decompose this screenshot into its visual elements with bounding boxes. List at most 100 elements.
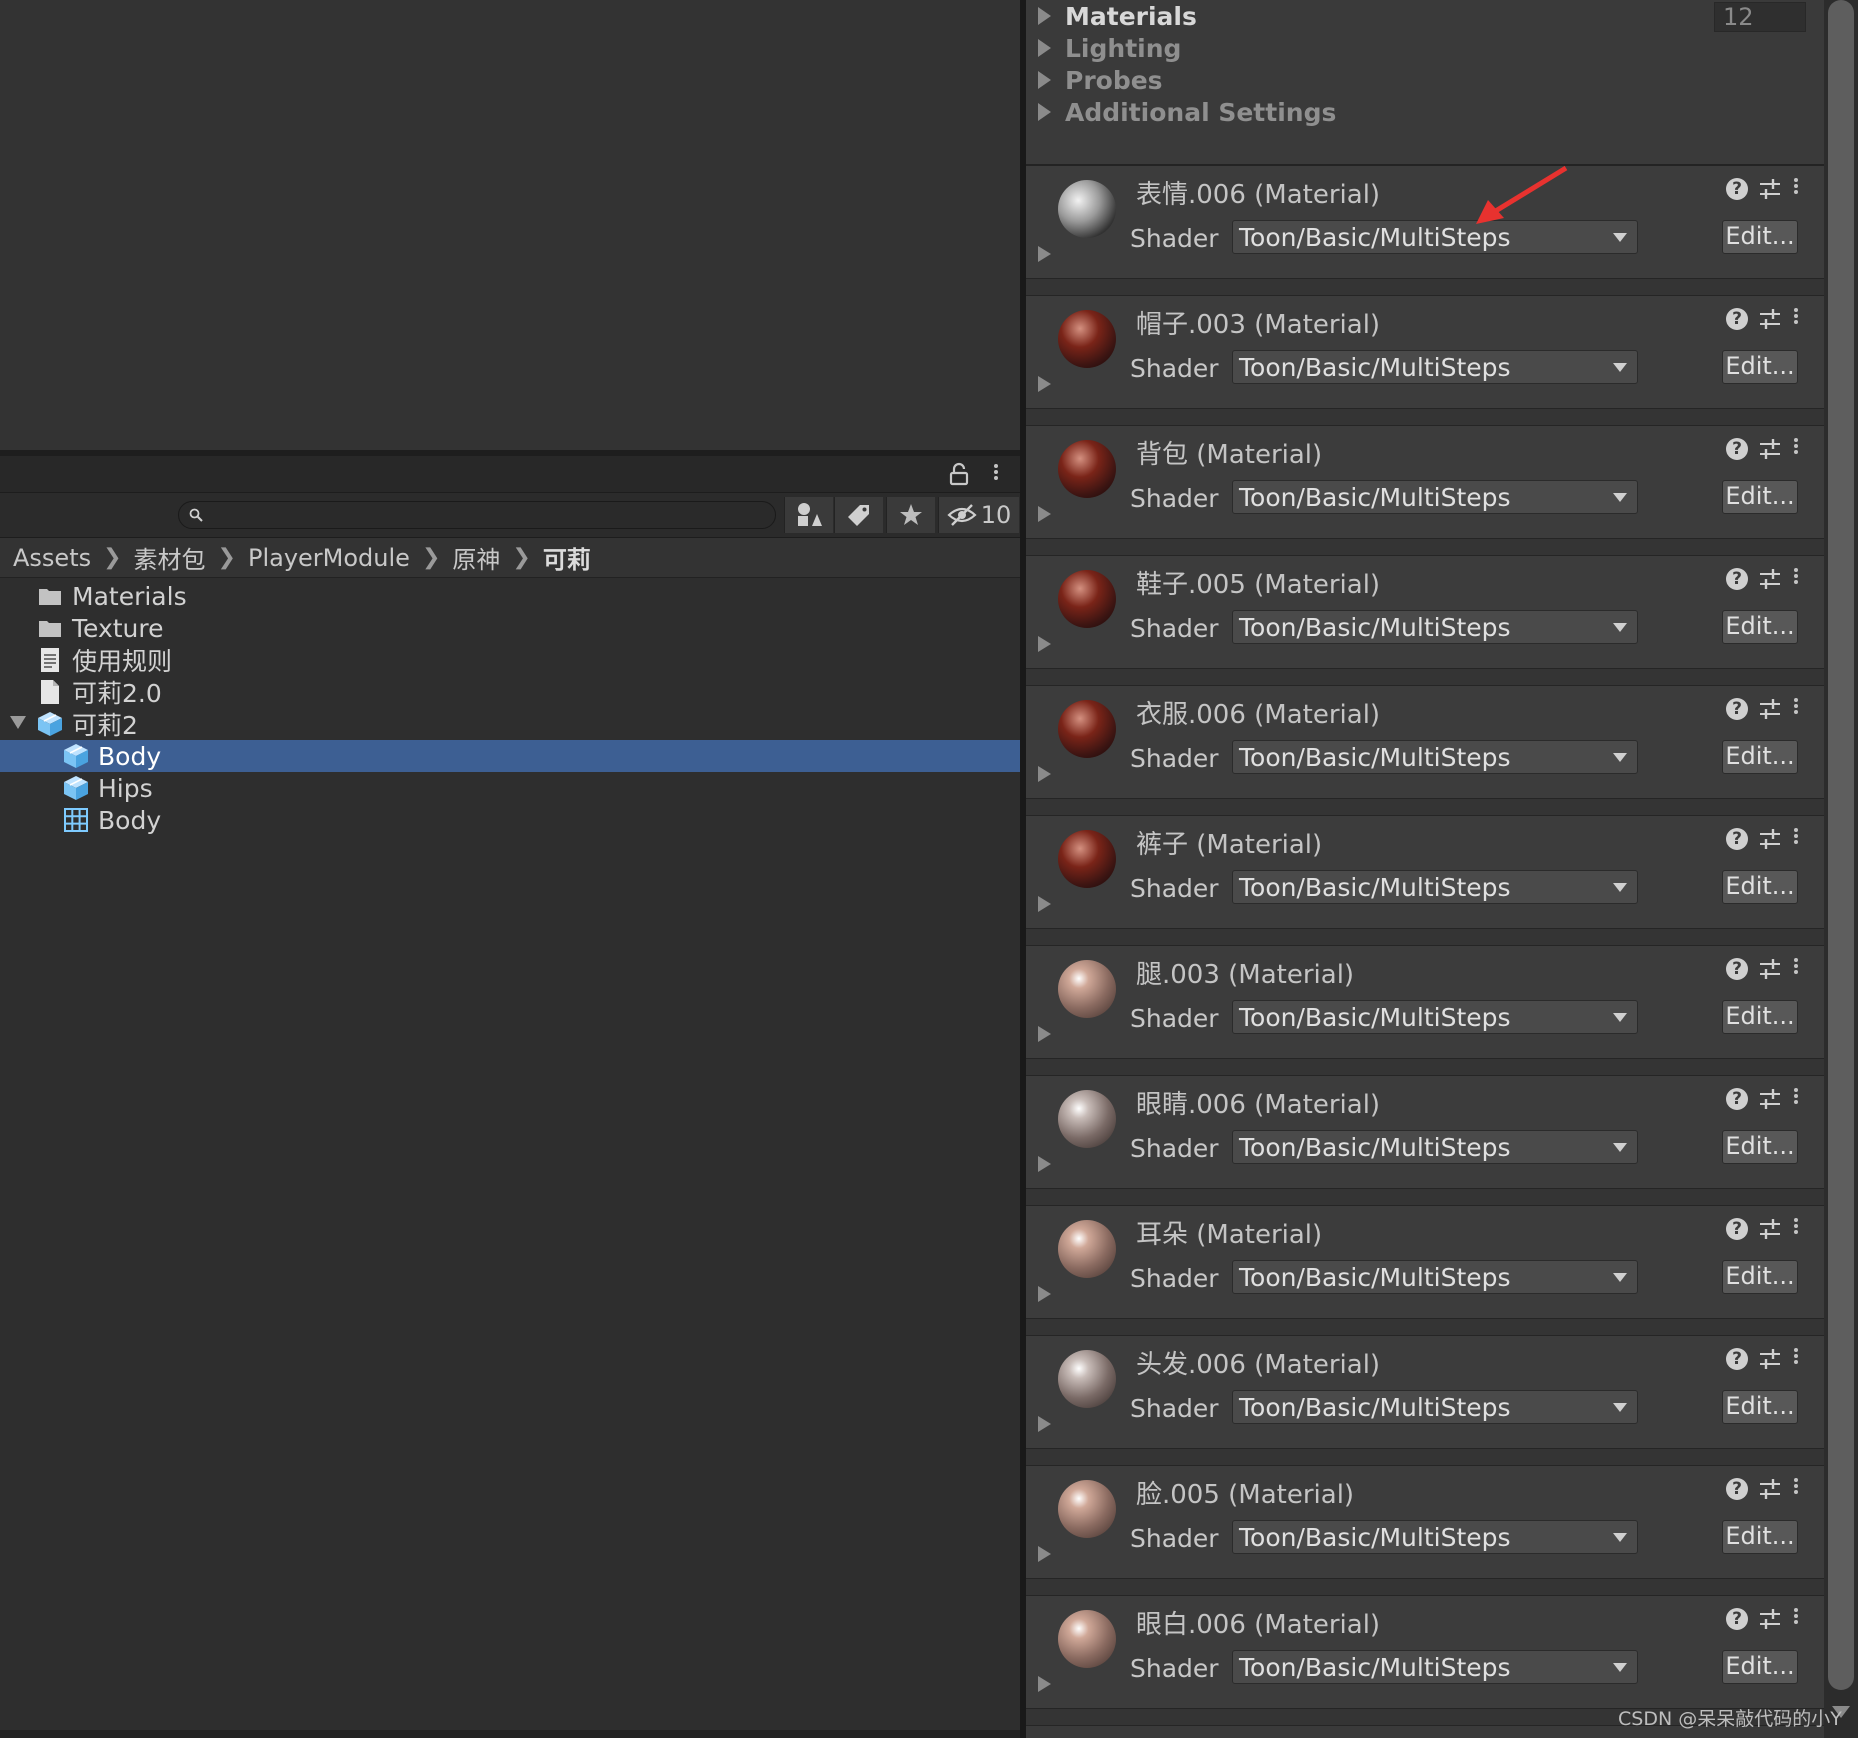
shader-dropdown[interactable]: Toon/Basic/MultiSteps xyxy=(1232,1260,1638,1294)
edit-shader-button[interactable]: Edit... xyxy=(1722,1650,1798,1684)
help-icon[interactable]: ? xyxy=(1726,828,1748,850)
expand-arrow-icon[interactable] xyxy=(10,716,26,729)
filter-by-type-button[interactable] xyxy=(784,497,833,533)
presets-icon[interactable] xyxy=(1758,1606,1782,1632)
tree-item[interactable]: Hips xyxy=(0,772,1020,804)
presets-icon[interactable] xyxy=(1758,1346,1782,1372)
tree-item[interactable]: 可莉2 xyxy=(0,708,1020,740)
shader-dropdown[interactable]: Toon/Basic/MultiSteps xyxy=(1232,480,1638,514)
tree-item[interactable]: Body xyxy=(0,740,1020,772)
edit-shader-button[interactable]: Edit... xyxy=(1722,350,1798,384)
help-icon[interactable]: ? xyxy=(1726,698,1748,720)
help-icon[interactable]: ? xyxy=(1726,1348,1748,1370)
breadcrumb-item[interactable]: 可莉 xyxy=(543,540,591,575)
help-icon[interactable]: ? xyxy=(1726,1608,1748,1630)
breadcrumb-item[interactable]: Assets xyxy=(13,544,91,572)
context-menu-icon[interactable] xyxy=(1790,436,1802,462)
edit-shader-button[interactable]: Edit... xyxy=(1722,1520,1798,1554)
shader-dropdown[interactable]: Toon/Basic/MultiSteps xyxy=(1232,350,1638,384)
section-foldout[interactable]: Probes xyxy=(1038,62,1163,98)
expand-arrow-icon[interactable] xyxy=(1038,506,1051,522)
filter-by-label-button[interactable] xyxy=(834,497,883,533)
presets-icon[interactable] xyxy=(1758,956,1782,982)
context-menu-icon[interactable] xyxy=(1790,956,1802,982)
section-foldout[interactable]: Materials xyxy=(1038,0,1197,34)
presets-icon[interactable] xyxy=(1758,306,1782,332)
scene-view[interactable] xyxy=(0,0,1020,450)
help-icon[interactable]: ? xyxy=(1726,1218,1748,1240)
edit-shader-button[interactable]: Edit... xyxy=(1722,1000,1798,1034)
shader-dropdown[interactable]: Toon/Basic/MultiSteps xyxy=(1232,870,1638,904)
scrollbar-thumb[interactable] xyxy=(1828,0,1854,1690)
expand-arrow-icon[interactable] xyxy=(1038,766,1051,782)
expand-arrow-icon[interactable] xyxy=(1038,1676,1051,1692)
expand-arrow-icon[interactable] xyxy=(1038,1026,1051,1042)
expand-arrow-icon[interactable] xyxy=(1038,1416,1051,1432)
section-foldout[interactable]: Lighting xyxy=(1038,30,1181,66)
tree-item[interactable]: 使用规则 xyxy=(0,644,1020,676)
context-menu-icon[interactable] xyxy=(1790,176,1802,202)
expand-arrow-icon[interactable] xyxy=(1038,376,1051,392)
context-menu-icon[interactable] xyxy=(1790,1216,1802,1242)
edit-shader-button[interactable]: Edit... xyxy=(1722,1390,1798,1424)
shader-dropdown[interactable]: Toon/Basic/MultiSteps xyxy=(1232,1130,1638,1164)
edit-shader-button[interactable]: Edit... xyxy=(1722,480,1798,514)
context-menu-icon[interactable] xyxy=(1790,1476,1802,1502)
context-menu-icon[interactable] xyxy=(1790,826,1802,852)
context-menu-icon[interactable] xyxy=(1790,306,1802,332)
presets-icon[interactable] xyxy=(1758,566,1782,592)
help-icon[interactable]: ? xyxy=(1726,178,1748,200)
tree-item[interactable]: Materials xyxy=(0,580,1020,612)
help-icon[interactable]: ? xyxy=(1726,958,1748,980)
expand-arrow-icon[interactable] xyxy=(1038,636,1051,652)
section-foldout[interactable]: Additional Settings xyxy=(1038,94,1336,130)
edit-shader-button[interactable]: Edit... xyxy=(1722,870,1798,904)
expand-arrow-icon[interactable] xyxy=(1038,1546,1051,1562)
context-menu-icon[interactable] xyxy=(1790,566,1802,592)
expand-arrow-icon[interactable] xyxy=(1038,896,1051,912)
context-menu-icon[interactable] xyxy=(1790,1346,1802,1372)
edit-shader-button[interactable]: Edit... xyxy=(1722,740,1798,774)
shader-dropdown[interactable]: Toon/Basic/MultiSteps xyxy=(1232,610,1638,644)
presets-icon[interactable] xyxy=(1758,826,1782,852)
help-icon[interactable]: ? xyxy=(1726,438,1748,460)
shader-dropdown[interactable]: Toon/Basic/MultiSteps xyxy=(1232,1650,1638,1684)
shader-dropdown[interactable]: Toon/Basic/MultiSteps xyxy=(1232,1390,1638,1424)
breadcrumb-item[interactable]: PlayerModule xyxy=(248,544,410,572)
expand-arrow-icon[interactable] xyxy=(1038,1156,1051,1172)
presets-icon[interactable] xyxy=(1758,176,1782,202)
favorites-button[interactable] xyxy=(886,497,935,533)
context-menu-icon[interactable] xyxy=(1790,696,1802,722)
context-menu-icon[interactable] xyxy=(1790,1086,1802,1112)
lock-icon[interactable] xyxy=(948,462,970,486)
presets-icon[interactable] xyxy=(1758,436,1782,462)
edit-shader-button[interactable]: Edit... xyxy=(1722,1260,1798,1294)
panel-menu-icon[interactable] xyxy=(990,462,1002,486)
presets-icon[interactable] xyxy=(1758,696,1782,722)
edit-shader-button[interactable]: Edit... xyxy=(1722,220,1798,254)
help-icon[interactable]: ? xyxy=(1726,1478,1748,1500)
edit-shader-button[interactable]: Edit... xyxy=(1722,1130,1798,1164)
tree-item[interactable]: 可莉2.0 xyxy=(0,676,1020,708)
materials-count-field[interactable]: 12 xyxy=(1714,2,1806,32)
help-icon[interactable]: ? xyxy=(1726,308,1748,330)
hidden-packages-toggle[interactable]: 10 xyxy=(938,497,1019,533)
shader-dropdown[interactable]: Toon/Basic/MultiSteps xyxy=(1232,1000,1638,1034)
edit-shader-button[interactable]: Edit... xyxy=(1722,610,1798,644)
expand-arrow-icon[interactable] xyxy=(1038,1286,1051,1302)
help-icon[interactable]: ? xyxy=(1726,568,1748,590)
breadcrumb-item[interactable]: 原神 xyxy=(452,540,500,575)
help-icon[interactable]: ? xyxy=(1726,1088,1748,1110)
presets-icon[interactable] xyxy=(1758,1216,1782,1242)
context-menu-icon[interactable] xyxy=(1790,1606,1802,1632)
shader-dropdown[interactable]: Toon/Basic/MultiSteps xyxy=(1232,220,1638,254)
tree-item[interactable]: Texture xyxy=(0,612,1020,644)
presets-icon[interactable] xyxy=(1758,1476,1782,1502)
tree-item[interactable]: Body xyxy=(0,804,1020,836)
presets-icon[interactable] xyxy=(1758,1086,1782,1112)
shader-dropdown[interactable]: Toon/Basic/MultiSteps xyxy=(1232,740,1638,774)
expand-arrow-icon[interactable] xyxy=(1038,246,1051,262)
search-input[interactable] xyxy=(178,501,776,529)
shader-dropdown[interactable]: Toon/Basic/MultiSteps xyxy=(1232,1520,1638,1554)
breadcrumb-item[interactable]: 素材包 xyxy=(134,540,206,575)
